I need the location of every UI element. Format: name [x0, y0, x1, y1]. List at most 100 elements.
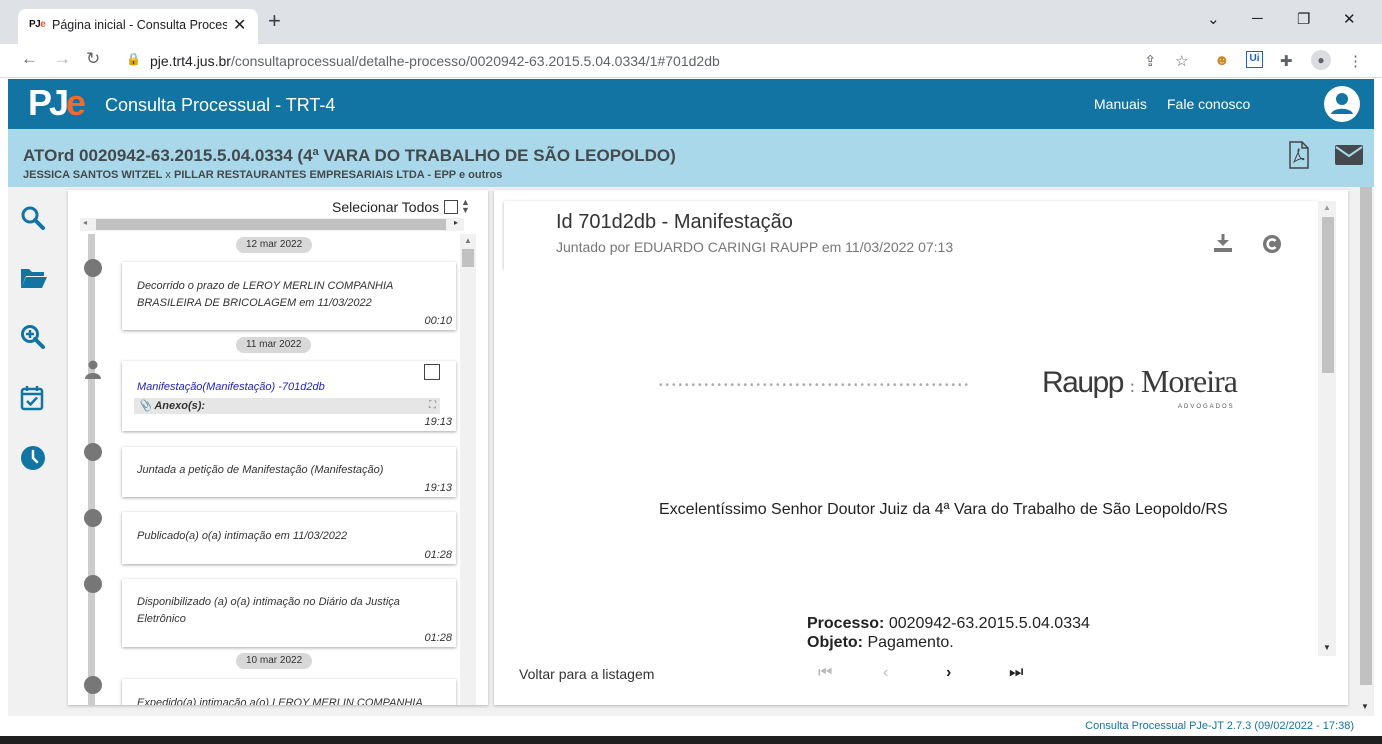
timeline-dot [84, 443, 102, 461]
browser-tab-strip: PJe Página inicial - Consulta Processu ✕… [0, 0, 1382, 44]
user-account-icon[interactable] [1324, 86, 1360, 122]
profile-icon[interactable]: ● [1311, 50, 1331, 70]
timeline-scroll-thumb[interactable] [462, 249, 474, 267]
horizontal-scrollbar[interactable]: ◂ ▸ [80, 218, 464, 231]
first-page-icon[interactable]: ⏮ [818, 664, 832, 682]
app-header: PJe Consulta Processual - TRT-4 Manuais … [8, 79, 1374, 129]
timeline-date: 12 mar 2022 [236, 237, 313, 253]
ui-extension-icon[interactable]: Ui [1246, 51, 1263, 68]
app-title: Consulta Processual - TRT-4 [105, 95, 336, 115]
scroll-left-arrow-icon[interactable]: ◂ [83, 218, 87, 227]
zoom-in-icon[interactable] [20, 324, 46, 350]
expand-icon[interactable]: ⛶ [429, 398, 436, 414]
taskbar [0, 736, 1382, 744]
horizontal-scroll-thumb[interactable] [96, 219, 446, 230]
pdf-download-icon[interactable] [1288, 141, 1310, 174]
timeline-event[interactable]: Disponibilizado (a) o(a) intimação no Di… [122, 579, 456, 647]
certificate-icon[interactable] [1262, 234, 1282, 254]
pje-favicon-icon: PJe [29, 19, 46, 30]
timeline-dot [84, 509, 102, 527]
manuais-link[interactable]: Manuais [1094, 96, 1147, 112]
timeline-dot [84, 575, 102, 593]
search-icon[interactable] [20, 205, 46, 231]
address-bar[interactable]: 🔒 pje.trt4.jus.br/consultaprocessual/det… [112, 47, 1202, 75]
bookmark-star-icon[interactable]: ☆ [1175, 52, 1188, 70]
event-text: Publicado(a) o(a) intimação em 11/03/202… [137, 530, 348, 542]
close-window-icon[interactable]: ✕ [1343, 10, 1356, 28]
event-time: 19:13 [424, 482, 452, 494]
timeline-event[interactable]: Decorrido o prazo de LEROY MERLIN COMPAN… [122, 262, 456, 330]
address-bar-row: ← → ↻ 🔒 pje.trt4.jus.br/consultaprocessu… [0, 44, 1382, 78]
pje-logo[interactable]: PJe [28, 83, 86, 123]
document-link[interactable]: Manifestação(Manifestação) -701d2db [137, 379, 325, 396]
download-icon[interactable] [1212, 232, 1234, 254]
reload-icon[interactable]: ↻ [86, 49, 100, 69]
page-vertical-scrollbar[interactable]: ▼ [1358, 187, 1374, 716]
law-firm-logo: Raupp : Moreira [1042, 363, 1238, 399]
timeline-event[interactable]: Expedido(a) intimação a(o) LEROY MERLIN … [122, 679, 456, 705]
doc-scroll-up-icon[interactable]: ▲ [1323, 203, 1331, 212]
timeline-event[interactable]: Juntada a petição de Manifestação (Manif… [122, 447, 456, 497]
forward-icon[interactable]: → [54, 49, 71, 69]
timeline-dot [84, 259, 102, 277]
page-scroll-thumb[interactable] [1360, 187, 1372, 685]
timeline-vertical-scrollbar[interactable]: ▲ [460, 234, 476, 705]
new-tab-icon[interactable]: + [268, 10, 281, 32]
document-vertical-scrollbar[interactable]: ▲ ▼ [1318, 201, 1336, 656]
version-text: Consulta Processual PJe-JT 2.7.3 (09/02/… [1085, 720, 1354, 732]
event-time: 19:13 [424, 416, 452, 428]
browser-tab[interactable]: PJe Página inicial - Consulta Processu ✕ [18, 9, 258, 44]
paperclip-icon: 📎 [138, 400, 152, 412]
document-header: Id 701d2db - Manifestação Juntado por ED… [504, 201, 1318, 269]
back-icon[interactable]: ← [21, 49, 38, 69]
last-page-icon[interactable]: ⏭ [1009, 664, 1023, 682]
timeline-dot [84, 676, 102, 694]
event-time: 01:28 [424, 549, 452, 561]
calendar-check-icon[interactable] [20, 385, 46, 411]
event-text: Juntada a petição de Manifestação (Manif… [137, 464, 384, 476]
next-icon[interactable]: › [946, 664, 951, 682]
process-parties: JESSICA SANTOS WITZEL x PILLAR RESTAURAN… [23, 169, 503, 181]
scroll-up-arrow-icon[interactable]: ▲ [464, 236, 472, 245]
page-scroll-down-icon[interactable]: ▼ [1361, 702, 1369, 711]
clock-icon[interactable] [20, 445, 46, 471]
email-icon[interactable] [1335, 145, 1363, 170]
timeline-date: 10 mar 2022 [236, 653, 313, 669]
select-all-checkbox[interactable] [444, 200, 458, 214]
event-checkbox[interactable] [424, 364, 440, 380]
timeline-event-document[interactable]: Manifestação(Manifestação) -701d2db 📎 An… [122, 361, 456, 431]
attachments-label: Anexo(s): [154, 400, 206, 412]
document-processo: Processo: 0020942-63.2015.5.04.0334 [807, 615, 1090, 632]
url-text[interactable]: pje.trt4.jus.br/consultaprocessual/detal… [150, 53, 720, 69]
timeline-event[interactable]: Publicado(a) o(a) intimação em 11/03/202… [122, 512, 456, 564]
select-all-label: Selecionar Todos [332, 199, 440, 215]
previous-icon[interactable]: ‹ [883, 664, 888, 682]
browser-menu-icon[interactable]: ⋮ [1348, 52, 1363, 70]
process-title: ATOrd 0020942-63.2015.5.04.0334 (4ª VARA… [23, 146, 676, 165]
doc-scroll-down-icon[interactable]: ▼ [1323, 643, 1331, 652]
event-time: 01:28 [424, 632, 452, 644]
event-text: Decorrido o prazo de LEROY MERLIN COMPAN… [137, 280, 393, 309]
fale-conosco-link[interactable]: Fale conosco [1167, 96, 1250, 112]
minimize-icon[interactable]: ─ [1252, 10, 1263, 27]
tab-search-icon[interactable]: ⌄ [1207, 10, 1220, 28]
timeline-date: 11 mar 2022 [236, 337, 312, 353]
share-icon[interactable]: ⇪ [1144, 52, 1157, 70]
timeline-panel: Selecionar Todos ▲ ▼ ◂ ▸ 12 mar 2022 Deco… [68, 190, 488, 705]
page-footer: Consulta Processual PJe-JT 2.7.3 (09/02/… [8, 716, 1374, 736]
document-scroll-thumb[interactable] [1322, 217, 1334, 373]
scroll-right-arrow-icon[interactable]: ▸ [454, 218, 458, 227]
tab-title: Página inicial - Consulta Processu [52, 18, 227, 32]
extension-avatar-icon[interactable]: ☻ [1214, 52, 1230, 69]
tab-close-icon[interactable]: ✕ [233, 15, 246, 35]
lock-icon[interactable]: 🔒 [126, 52, 141, 66]
folder-open-icon[interactable] [20, 266, 47, 292]
attachments-row[interactable]: 📎 Anexo(s): ⛶ [134, 398, 440, 414]
restore-icon[interactable]: ❐ [1297, 10, 1310, 28]
back-to-list-link[interactable]: Voltar para a listagem [519, 666, 654, 682]
extensions-puzzle-icon[interactable]: ✚ [1280, 52, 1293, 70]
document-greeting: Excelentíssimo Senhor Doutor Juiz da 4ª … [659, 501, 1228, 518]
event-text: Disponibilizado (a) o(a) intimação no Di… [137, 596, 400, 625]
sort-arrows-icon[interactable]: ▲ ▼ [461, 198, 470, 215]
document-viewer[interactable]: ••••••••••••••••••••••••••••••••••••••••… [504, 269, 1318, 655]
